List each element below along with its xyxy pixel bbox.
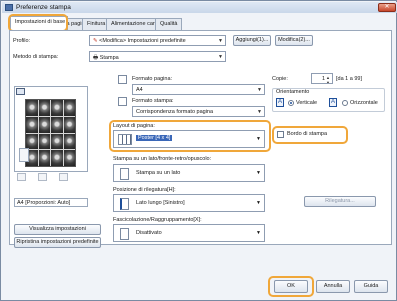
tab-quality[interactable]: Qualità	[155, 18, 183, 30]
duplex-label: Stampa su un lato/fronte-retro/opuscolo:	[113, 156, 212, 162]
preview-tile	[38, 133, 50, 150]
page-size-icon	[118, 75, 127, 84]
view-settings-button[interactable]: Visualizza impostazioni	[14, 224, 101, 235]
long-edge-left-icon	[120, 198, 129, 210]
binding-button[interactable]: Rilegatura...	[304, 196, 376, 207]
profile-select[interactable]: ✎ <Modifica> Impostazioni predefinite ▼	[89, 35, 226, 46]
print-preferences-window: Preferenze stampa ✕ Imposta pagina Finit…	[0, 0, 397, 301]
window-title: Preferenze stampa	[16, 4, 71, 11]
duplex-value: Stampa su un lato	[136, 170, 181, 176]
preview-tile	[26, 116, 38, 133]
chevron-down-icon: ▼	[256, 170, 261, 176]
output-method-label: Metodo di stampa:	[13, 54, 59, 60]
printer-icon	[5, 4, 13, 11]
chevron-down-icon: ▼	[256, 230, 261, 236]
chevron-down-icon: ▼	[218, 38, 223, 44]
ok-highlight	[268, 276, 314, 297]
title-bar: Preferenze stampa ✕	[2, 2, 397, 13]
duplex-pages-icon	[19, 148, 29, 162]
help-button[interactable]: Guida	[354, 280, 388, 293]
output-size-select[interactable]: Corrispondenza formato pagina ▼	[132, 106, 265, 117]
printer-small-icon: 🖶	[93, 55, 100, 61]
preview-tile	[63, 116, 75, 133]
page-layout-highlight	[109, 120, 271, 152]
close-button[interactable]: ✕	[378, 3, 396, 12]
duplex-select[interactable]: Stampa su un lato ▼	[113, 164, 265, 182]
edit-profile-button[interactable]: Modifica(2)...	[275, 35, 313, 46]
copies-range: [da 1 a 99]	[336, 76, 362, 82]
preview-tile	[38, 100, 50, 116]
poster-preview-grid	[25, 99, 76, 167]
add-profile-button[interactable]: Aggiungi(1)...	[233, 35, 271, 46]
binding-label: Posizione di rilegatura[H]:	[113, 187, 176, 193]
profile-label: Profilo:	[13, 38, 31, 44]
one-sided-icon	[120, 168, 129, 180]
profile-value: <Modifica> Impostazioni predefinite	[99, 38, 186, 44]
finishing-label: Fascicolazione/Raggruppamento[X]:	[113, 217, 202, 223]
preview-tile	[26, 100, 38, 116]
preview-tile	[26, 133, 38, 150]
landscape-radio[interactable]	[342, 100, 348, 106]
preview-caption: A4 [Proporzioni: Auto]	[14, 198, 88, 207]
landscape-icon: A	[329, 98, 337, 107]
output-method-select[interactable]: 🖶 Stampa ▼	[89, 51, 226, 62]
spinner-arrows-icon[interactable]: ▲ ▼	[326, 75, 330, 83]
chevron-down-icon: ▼	[257, 87, 262, 93]
restore-defaults-button[interactable]: Ripristina impostazioni predefinite	[14, 237, 101, 248]
preview-tile	[51, 150, 63, 166]
page-size-select[interactable]: A4 ▼	[132, 84, 265, 95]
page-size-value: A4	[136, 87, 143, 93]
output-size-value: Corrispondenza formato pagina	[136, 109, 214, 115]
finishing-icon-1	[17, 173, 26, 181]
preview-tile	[38, 150, 50, 166]
copies-input[interactable]: 1 ▲ ▼	[311, 73, 333, 84]
preview-tile	[51, 133, 63, 150]
output-size-label: Formato stampa:	[132, 98, 174, 104]
orientation-label: Orientamento	[276, 89, 310, 95]
collate-off-icon	[120, 228, 129, 240]
preview-tile	[63, 100, 75, 116]
output-size-icon	[118, 97, 127, 106]
chevron-down-icon: ▼	[256, 200, 261, 206]
finishing-icon-3	[59, 173, 68, 181]
copies-label: Copie:	[272, 76, 288, 82]
binding-value: Lato lungo [Sinistro]	[136, 200, 185, 206]
cancel-button[interactable]: Annulla	[316, 280, 350, 293]
chevron-down-icon: ▼	[257, 109, 262, 115]
landscape-label: Orizzontale	[350, 100, 378, 106]
portrait-label: Verticale	[296, 100, 318, 106]
page-size-label: Formato pagina:	[132, 76, 173, 82]
portrait-radio[interactable]	[288, 100, 294, 106]
portrait-icon: A	[276, 98, 284, 107]
finishing-icon-2	[38, 173, 47, 181]
finishing-value: Disattivato	[136, 230, 162, 236]
preview-tile	[51, 116, 63, 133]
finishing-select[interactable]: Disattivato ▼	[113, 224, 265, 242]
page-border-highlight	[272, 126, 348, 144]
copies-value: 1	[321, 76, 325, 82]
preview-tile	[38, 116, 50, 133]
preview-tile	[51, 100, 63, 116]
output-method-value: Stampa	[99, 55, 119, 61]
page-icon	[16, 88, 25, 95]
chevron-down-icon: ▼	[218, 54, 223, 60]
binding-select[interactable]: Lato lungo [Sinistro] ▼	[113, 194, 265, 212]
preview-tile	[63, 133, 75, 150]
preview-tile	[63, 150, 75, 166]
